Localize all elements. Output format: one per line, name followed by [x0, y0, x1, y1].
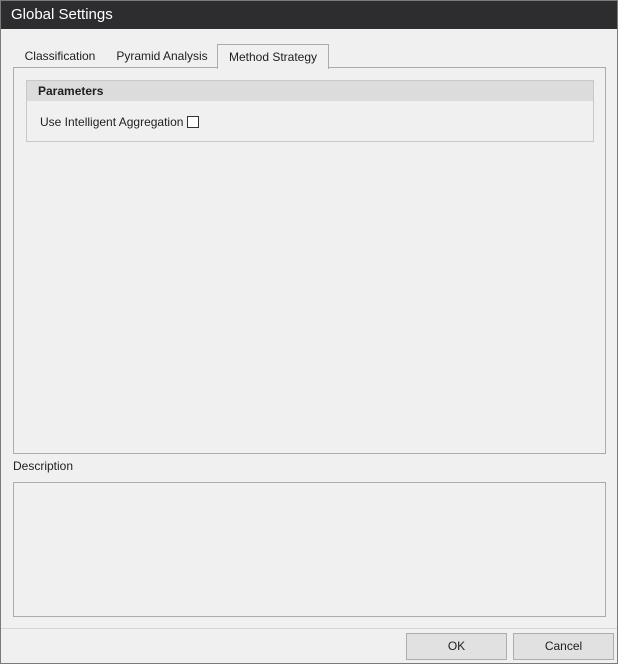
- parameters-group: Parameters Use Intelligent Aggregation: [26, 80, 594, 142]
- dialog-title: Global Settings: [1, 1, 617, 29]
- tab-classification[interactable]: Classification: [13, 44, 107, 68]
- footer-divider: [1, 628, 617, 629]
- description-box: [13, 482, 606, 617]
- global-settings-dialog: Global Settings Classification Pyramid A…: [0, 0, 618, 664]
- method-strategy-panel: Parameters Use Intelligent Aggregation: [13, 67, 606, 454]
- cancel-button[interactable]: Cancel: [513, 633, 614, 660]
- tab-pyramid-analysis[interactable]: Pyramid Analysis: [109, 44, 215, 68]
- intelligent-aggregation-label: Use Intelligent Aggregation: [40, 115, 184, 129]
- description-label: Description: [13, 459, 74, 473]
- tab-method-strategy[interactable]: Method Strategy: [217, 44, 329, 69]
- parameters-header: Parameters: [27, 81, 593, 101]
- intelligent-aggregation-checkbox[interactable]: [187, 116, 200, 128]
- ok-button[interactable]: OK: [406, 633, 507, 660]
- intelligent-aggregation-row: Use Intelligent Aggregation: [40, 114, 200, 130]
